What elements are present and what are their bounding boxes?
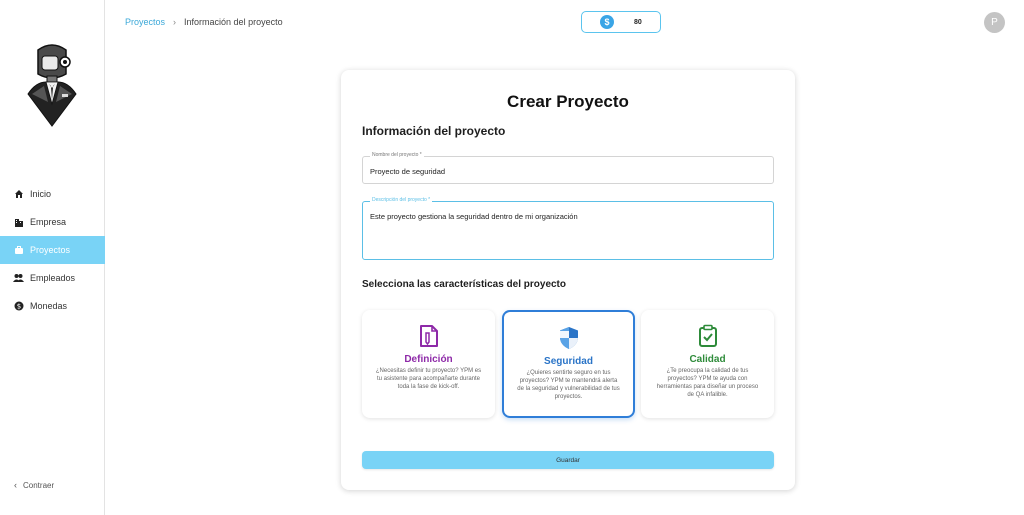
coin-balance[interactable]: $ 80: [581, 11, 661, 33]
save-button[interactable]: Guardar: [362, 451, 774, 469]
coin-count: 80: [634, 18, 642, 26]
option-name: Seguridad: [544, 356, 593, 367]
option-calidad[interactable]: Calidad ¿Te preocupa la calidad de tus p…: [641, 310, 774, 418]
chevron-left-icon: ‹: [14, 480, 17, 490]
sidebar-item-monedas[interactable]: $ Monedas: [0, 292, 105, 320]
sidebar-item-proyectos[interactable]: Proyectos: [0, 236, 105, 264]
project-name-label: Nombre del proyecto *: [370, 152, 424, 158]
project-name-field[interactable]: Nombre del proyecto * Proyecto de seguri…: [362, 152, 774, 184]
project-description-value[interactable]: Este proyecto gestiona la seguridad dent…: [370, 212, 578, 221]
people-icon: [13, 273, 24, 284]
home-icon: [13, 189, 24, 200]
option-description: ¿Necesitas definir tu proyecto? YPM es t…: [375, 368, 482, 390]
collapse-label: Contraer: [23, 480, 55, 490]
project-name-value[interactable]: Proyecto de seguridad: [370, 167, 445, 176]
project-description-field[interactable]: Descripción del proyecto * Este proyecto…: [362, 197, 774, 260]
avatar[interactable]: P: [984, 12, 1005, 33]
coin-icon: $: [13, 301, 24, 312]
sidebar-item-empleados[interactable]: Empleados: [0, 264, 105, 292]
collapse-sidebar-button[interactable]: ‹ Contraer: [14, 480, 54, 490]
svg-text:$: $: [16, 303, 20, 311]
features-section-title: Selecciona las características del proye…: [362, 279, 566, 290]
briefcase-icon: [13, 245, 24, 256]
option-name: Calidad: [689, 354, 726, 365]
clipboard-check-icon: [641, 324, 774, 348]
create-project-card: Crear Proyecto Información del proyecto …: [341, 70, 795, 490]
project-description-label: Descripción del proyecto *: [370, 197, 433, 203]
sidebar-item-inicio[interactable]: Inicio: [0, 180, 105, 208]
sidebar-item-label: Empresa: [30, 217, 67, 227]
sidebar-item-empresa[interactable]: Empresa: [0, 208, 105, 236]
feature-options: Definición ¿Necesitas definir tu proyect…: [362, 310, 774, 418]
sidebar-item-label: Empleados: [30, 273, 76, 283]
option-name: Definición: [404, 354, 453, 365]
topbar: Proyectos › Información del proyecto $ 8…: [106, 0, 1024, 44]
option-description: ¿Quieres sentirte seguro en tus proyecto…: [517, 370, 620, 400]
page-title: Crear Proyecto: [507, 92, 629, 111]
option-definicion[interactable]: Definición ¿Necesitas definir tu proyect…: [362, 310, 495, 418]
chevron-right-icon: ›: [173, 17, 177, 27]
sidebar-nav: Inicio Empresa Proyectos Empleados $ Mon…: [0, 180, 105, 320]
sidebar-item-label: Inicio: [30, 189, 52, 199]
dollar-coin-icon: $: [600, 15, 614, 29]
breadcrumb-link-proyectos[interactable]: Proyectos: [125, 17, 165, 27]
option-description: ¿Te preocupa la calidad de tus proyectos…: [656, 368, 759, 398]
building-icon: [13, 217, 24, 228]
breadcrumb-current: Información del proyecto: [184, 17, 283, 27]
breadcrumb: Proyectos › Información del proyecto: [125, 17, 283, 27]
info-section-title: Información del proyecto: [362, 124, 506, 138]
document-pen-icon: [362, 324, 495, 348]
robot-logo: [22, 42, 82, 128]
sidebar: Inicio Empresa Proyectos Empleados $ Mon…: [0, 0, 105, 515]
option-seguridad[interactable]: Seguridad ¿Quieres sentirte seguro en tu…: [502, 310, 635, 418]
sidebar-item-label: Proyectos: [30, 245, 71, 255]
sidebar-item-label: Monedas: [30, 301, 68, 311]
shield-icon: [504, 326, 633, 350]
